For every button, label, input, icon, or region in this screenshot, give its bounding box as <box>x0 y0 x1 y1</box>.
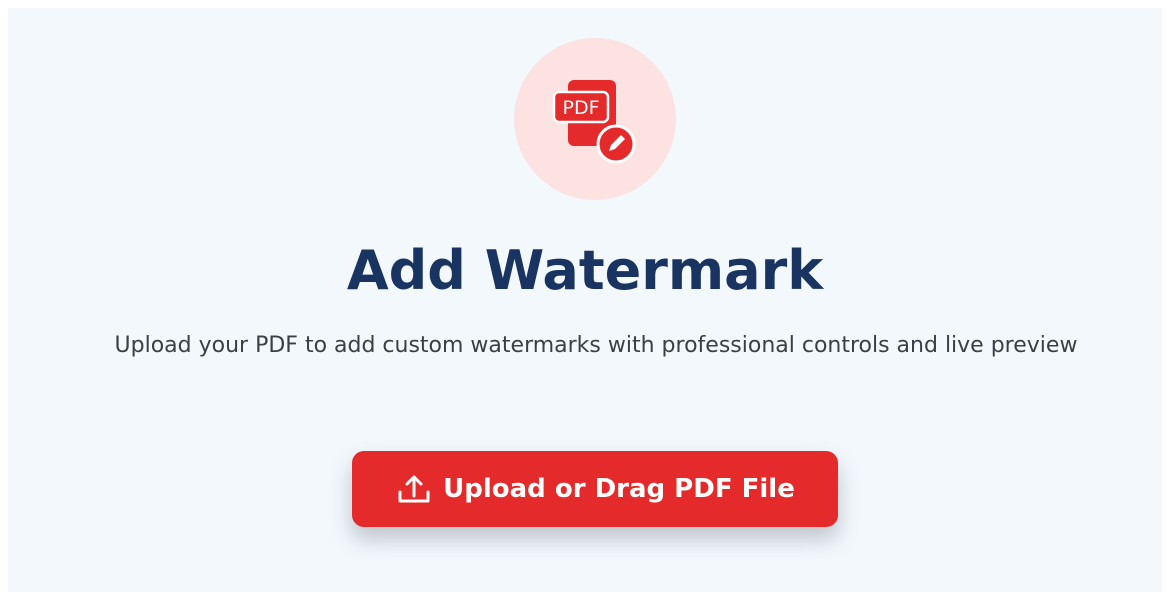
upload-icon <box>398 475 430 503</box>
page-title: Add Watermark <box>346 239 824 302</box>
pdf-badge-text: PDF <box>562 97 599 119</box>
upload-panel: PDF Add Watermark Upload your PDF to add… <box>8 8 1162 592</box>
pdf-icon-circle: PDF <box>514 38 676 200</box>
pdf-edit-icon: PDF <box>552 80 636 164</box>
page-subtitle: Upload your PDF to add custom watermarks… <box>114 333 1078 358</box>
upload-button[interactable]: Upload or Drag PDF File <box>352 451 838 527</box>
upload-button-label: Upload or Drag PDF File <box>443 474 795 504</box>
